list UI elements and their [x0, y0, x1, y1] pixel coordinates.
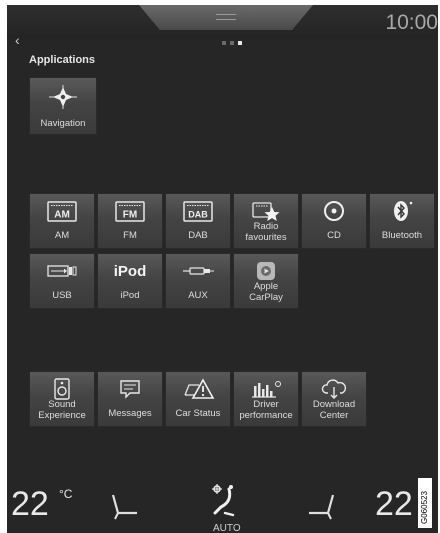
temperature-unit: °C — [59, 487, 73, 501]
tile-label: iPod — [120, 290, 140, 301]
tile-label: Driver performance — [234, 399, 298, 421]
media-tile-bluetooth[interactable]: Bluetooth — [369, 193, 435, 249]
media-tile-aux[interactable]: AUX — [165, 253, 231, 309]
tile-label-line: Experience — [38, 410, 86, 421]
settings-tile-messages[interactable]: Messages — [97, 371, 163, 427]
tile-label-line: Apple — [253, 281, 279, 292]
tile-label: Messages — [108, 408, 152, 419]
tile-label-line: Radio — [253, 221, 279, 232]
cd-icon — [302, 198, 366, 224]
radio-dab-icon: DAB — [166, 198, 230, 224]
top-view-pulldown-tab[interactable] — [139, 5, 313, 30]
svg-text:DAB: DAB — [188, 210, 208, 220]
media-tile-cd[interactable]: CD — [301, 193, 367, 249]
media-tile-radio-favourites[interactable]: Radio favourites — [233, 193, 299, 249]
usb-icon — [30, 258, 94, 284]
media-tile-dab[interactable]: DAB DAB — [165, 193, 231, 249]
infotainment-screen: 10:00 ‹ Applications Navigation AM AM FM… — [7, 5, 438, 533]
page-dot-active — [238, 41, 242, 45]
tile-label: FM — [123, 230, 137, 241]
tile-label-line: Download — [312, 399, 356, 410]
settings-tile-driver-performance[interactable]: Driver performance — [233, 371, 299, 427]
media-tile-usb[interactable]: USB — [29, 253, 95, 309]
ipod-badge: iPod — [113, 262, 147, 280]
tile-label: Navigation — [40, 118, 86, 129]
settings-tile-sound-experience[interactable]: Sound Experience — [29, 371, 95, 427]
media-tile-apple-carplay[interactable]: Apple CarPlay — [233, 253, 299, 309]
clock: 10:00 — [385, 11, 438, 34]
tile-label-line: Center — [319, 410, 349, 421]
pulldown-grip-icon — [216, 14, 236, 20]
car-status-warning-icon — [166, 376, 230, 402]
tile-label-line: Sound — [48, 399, 76, 410]
tile-label: CD — [327, 230, 341, 241]
media-tile-fm[interactable]: FM FM — [97, 193, 163, 249]
page-dot — [230, 41, 234, 45]
image-reference-code: G060523 — [418, 478, 432, 528]
app-tile-navigation[interactable]: Navigation — [29, 77, 97, 135]
radio-fm-icon: FM — [98, 198, 162, 224]
ipod-icon: iPod — [98, 258, 162, 284]
navigation-compass-icon — [30, 84, 96, 110]
settings-tile-download-center[interactable]: Download Center — [301, 371, 367, 427]
climate-bar: 22 °C AUTO 22 — [7, 473, 438, 533]
tile-label-line: CarPlay — [249, 292, 283, 303]
fan-airflow-icon[interactable] — [207, 483, 239, 528]
section-title: Applications — [29, 54, 96, 66]
climate-auto-label[interactable]: AUTO — [213, 523, 241, 533]
tile-label: Sound Experience — [30, 399, 94, 421]
tile-label: Radio favourites — [234, 221, 298, 243]
tile-label: DAB — [188, 230, 208, 241]
tile-label-line: favourites — [245, 232, 287, 243]
left-seat-heat-icon[interactable] — [107, 491, 141, 526]
right-temperature[interactable]: 22 — [375, 487, 413, 521]
status-bar: 10:00 — [7, 5, 438, 39]
aux-icon — [166, 258, 230, 284]
messages-icon — [98, 376, 162, 402]
right-seat-heat-icon[interactable] — [305, 491, 339, 526]
back-arrow-icon[interactable]: ‹ — [15, 33, 20, 47]
media-tile-am[interactable]: AM AM — [29, 193, 95, 249]
tile-label: USB — [52, 290, 72, 301]
settings-tile-car-status[interactable]: Car Status — [165, 371, 231, 427]
tile-label-line: performance — [239, 410, 293, 421]
image-reference-text: G060523 — [420, 491, 429, 524]
svg-text:FM: FM — [123, 210, 137, 221]
media-tile-ipod[interactable]: iPod iPod — [97, 253, 163, 309]
tile-label: Download Center — [302, 399, 366, 421]
page-indicator — [222, 41, 242, 45]
left-temperature[interactable]: 22 — [11, 487, 49, 521]
page-dot — [222, 41, 226, 45]
tile-label: AM — [54, 230, 70, 241]
tile-label: Car Status — [175, 408, 221, 419]
bluetooth-icon — [370, 198, 434, 224]
tile-label-line: Driver — [253, 399, 279, 410]
svg-text:AM: AM — [54, 210, 70, 221]
radio-am-icon: AM — [30, 198, 94, 224]
tile-label: Apple CarPlay — [234, 281, 298, 303]
tile-label: Bluetooth — [381, 230, 423, 241]
tile-label: AUX — [188, 290, 208, 301]
